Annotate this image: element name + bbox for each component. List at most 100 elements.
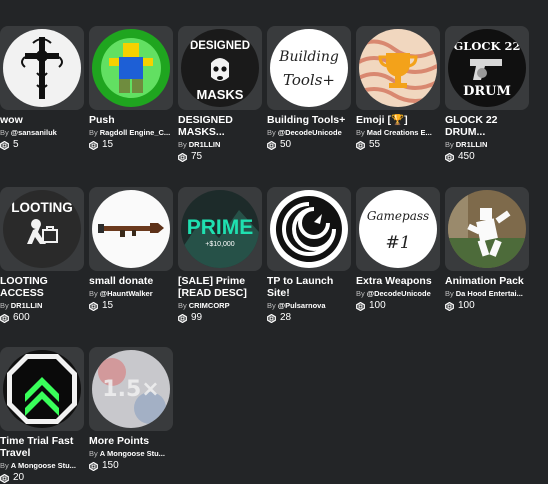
gamepass-title[interactable]: LOOTING ACCESS xyxy=(0,275,84,299)
gamepass-title[interactable]: Animation Pack xyxy=(445,275,529,287)
gamepass-thumbnail[interactable]: Building Tools+ xyxy=(267,26,351,110)
price-value: 50 xyxy=(280,139,292,150)
gamepass-thumbnail[interactable]: Gamepass #1 xyxy=(356,187,440,271)
gamepass-card[interactable]: 1.5× More Points By A Mongoose Stu... 150 xyxy=(89,347,173,472)
gamepass-creator: By A Mongoose Stu... xyxy=(89,449,173,459)
gamepass-thumbnail[interactable] xyxy=(445,187,529,271)
gamepass-title[interactable]: Extra Weapons xyxy=(356,275,440,287)
gamepass-card[interactable]: GLOCK 22 DRUM GLOCK 22 DRUM... By DR1LLIN… xyxy=(445,26,529,163)
gamepass-title[interactable]: Building Tools+ xyxy=(267,114,351,126)
gamepass-card[interactable]: Animation Pack By Da Hood Entertai... 100 xyxy=(445,187,529,312)
gamepass-thumbnail[interactable] xyxy=(89,187,173,271)
robux-icon xyxy=(0,313,9,323)
gamepass-card[interactable]: Building Tools+ Building Tools+ By @Decod… xyxy=(267,26,351,151)
gamepass-title[interactable]: DESIGNED MASKS... xyxy=(178,114,262,138)
price-value: 150 xyxy=(102,460,119,471)
gamepass-thumbnail[interactable]: GLOCK 22 DRUM xyxy=(445,26,529,110)
gamepass-card[interactable]: small donate By @HauntWalker 15 xyxy=(89,187,173,312)
gamepass-creator: By @DecodeUnicode xyxy=(356,289,440,299)
gamepass-thumbnail[interactable]: LOOTING xyxy=(0,187,84,271)
gamepass-title[interactable]: More Points xyxy=(89,435,173,447)
gamepass-title[interactable]: GLOCK 22 DRUM... xyxy=(445,114,529,138)
gamepass-creator: By Da Hood Entertai... xyxy=(445,289,529,299)
robux-icon xyxy=(267,313,276,323)
gamepass-thumbnail[interactable] xyxy=(0,26,84,110)
by-label: By xyxy=(0,461,9,470)
creator-name[interactable]: A Mongoose Stu... xyxy=(11,461,76,470)
gamepass-creator: By DR1LLIN xyxy=(0,301,84,311)
gamepass-price: 20 xyxy=(0,472,84,484)
creator-name[interactable]: DR1LLIN xyxy=(189,140,221,149)
creator-name[interactable]: A Mongoose Stu... xyxy=(100,449,165,458)
gamepass-card[interactable]: Gamepass #1 Extra Weapons By @DecodeUnico… xyxy=(356,187,440,312)
gamepass-price: 5 xyxy=(0,139,84,151)
gamepass-card[interactable]: DESIGNED MASKS DESIGNED MASKS... By DR1LL… xyxy=(178,26,262,163)
by-label: By xyxy=(445,140,454,149)
creator-name[interactable]: CRIMCORP xyxy=(189,301,230,310)
gamepass-title[interactable]: Push xyxy=(89,114,173,126)
gamepass-title[interactable]: small donate xyxy=(89,275,173,287)
by-label: By xyxy=(445,289,454,298)
creator-name[interactable]: Ragdoll Engine_C... xyxy=(100,128,170,137)
by-label: By xyxy=(89,128,98,137)
creator-name[interactable]: @Pulsarnova xyxy=(278,301,326,310)
svg-text:DRUM: DRUM xyxy=(463,84,511,99)
cross-thumbnail-image xyxy=(3,29,81,107)
gamepass-price: 50 xyxy=(267,139,351,151)
price-value: 5 xyxy=(13,139,19,150)
animation-thumbnail-image xyxy=(448,190,526,268)
creator-name[interactable]: DR1LLIN xyxy=(11,301,43,310)
gamepass-thumbnail[interactable] xyxy=(0,347,84,431)
gamepass-card[interactable]: Push By Ragdoll Engine_C... 15 xyxy=(89,26,173,151)
robux-icon xyxy=(89,461,98,471)
by-label: By xyxy=(356,128,365,137)
robux-icon xyxy=(0,140,9,150)
points-thumbnail-image: 1.5× xyxy=(92,350,170,428)
creator-name[interactable]: @DecodeUnicode xyxy=(278,128,342,137)
svg-text:1.5×: 1.5× xyxy=(102,377,159,402)
price-value: 450 xyxy=(458,151,475,162)
creator-name[interactable]: DR1LLIN xyxy=(456,140,488,149)
gamepass-title[interactable]: [SALE] Prime [READ DESC] xyxy=(178,275,262,299)
creator-name[interactable]: @HauntWalker xyxy=(100,289,153,298)
gamepass-card[interactable]: PRIME +$10,000 [SALE] Prime [READ DESC] … xyxy=(178,187,262,324)
creator-name[interactable]: Mad Creations E... xyxy=(367,128,432,137)
price-value: 28 xyxy=(280,312,292,323)
gamepass-card[interactable]: TP to Launch Site! By @Pulsarnova 28 xyxy=(267,187,351,324)
trophy-thumbnail-image xyxy=(359,29,437,107)
creator-name[interactable]: @DecodeUnicode xyxy=(367,289,431,298)
gamepass-card[interactable]: LOOTING LOOTING ACCESS By DR1LLIN 600 xyxy=(0,187,84,324)
gamepass-price: 28 xyxy=(267,312,351,324)
gamepass-title[interactable]: wow xyxy=(0,114,84,126)
gamepass-thumbnail[interactable]: 1.5× xyxy=(89,347,173,431)
creator-name[interactable]: @sansaniluk xyxy=(11,128,57,137)
by-label: By xyxy=(267,301,276,310)
by-label: By xyxy=(178,140,187,149)
gamepass-card[interactable]: Time Trial Fast Travel By A Mongoose Stu.… xyxy=(0,347,84,484)
by-label: By xyxy=(89,289,98,298)
gamepass-thumbnail[interactable]: PRIME +$10,000 xyxy=(178,187,262,271)
by-label: By xyxy=(0,301,9,310)
gamepass-thumbnail[interactable] xyxy=(356,26,440,110)
gamepass-price: 450 xyxy=(445,151,529,163)
gamepass-card[interactable]: Emoji [🏆] By Mad Creations E... 55 xyxy=(356,26,440,151)
gamepass-thumbnail[interactable] xyxy=(89,26,173,110)
looting-thumbnail-image: LOOTING xyxy=(3,190,81,268)
gamepass-title[interactable]: Time Trial Fast Travel xyxy=(0,435,84,459)
rpg-thumbnail-image xyxy=(92,190,170,268)
robux-icon xyxy=(356,140,365,150)
gamepass-price: 15 xyxy=(89,300,173,312)
gamepass-thumbnail[interactable] xyxy=(267,187,351,271)
price-value: 100 xyxy=(458,300,475,311)
svg-text:Gamepass: Gamepass xyxy=(367,209,429,223)
svg-text:+$10,000: +$10,000 xyxy=(205,241,234,248)
gamepass-title[interactable]: TP to Launch Site! xyxy=(267,275,351,299)
avatar-thumbnail-image xyxy=(92,29,170,107)
gamepass-thumbnail[interactable]: DESIGNED MASKS xyxy=(178,26,262,110)
gamepass-card[interactable]: wow By @sansaniluk 5 xyxy=(0,26,84,151)
gamepass-creator: By @sansaniluk xyxy=(0,128,84,138)
svg-text:Building: Building xyxy=(278,49,339,65)
gamepass-title[interactable]: Emoji [🏆] xyxy=(356,114,440,126)
creator-name[interactable]: Da Hood Entertai... xyxy=(456,289,523,298)
robux-icon xyxy=(356,301,365,311)
